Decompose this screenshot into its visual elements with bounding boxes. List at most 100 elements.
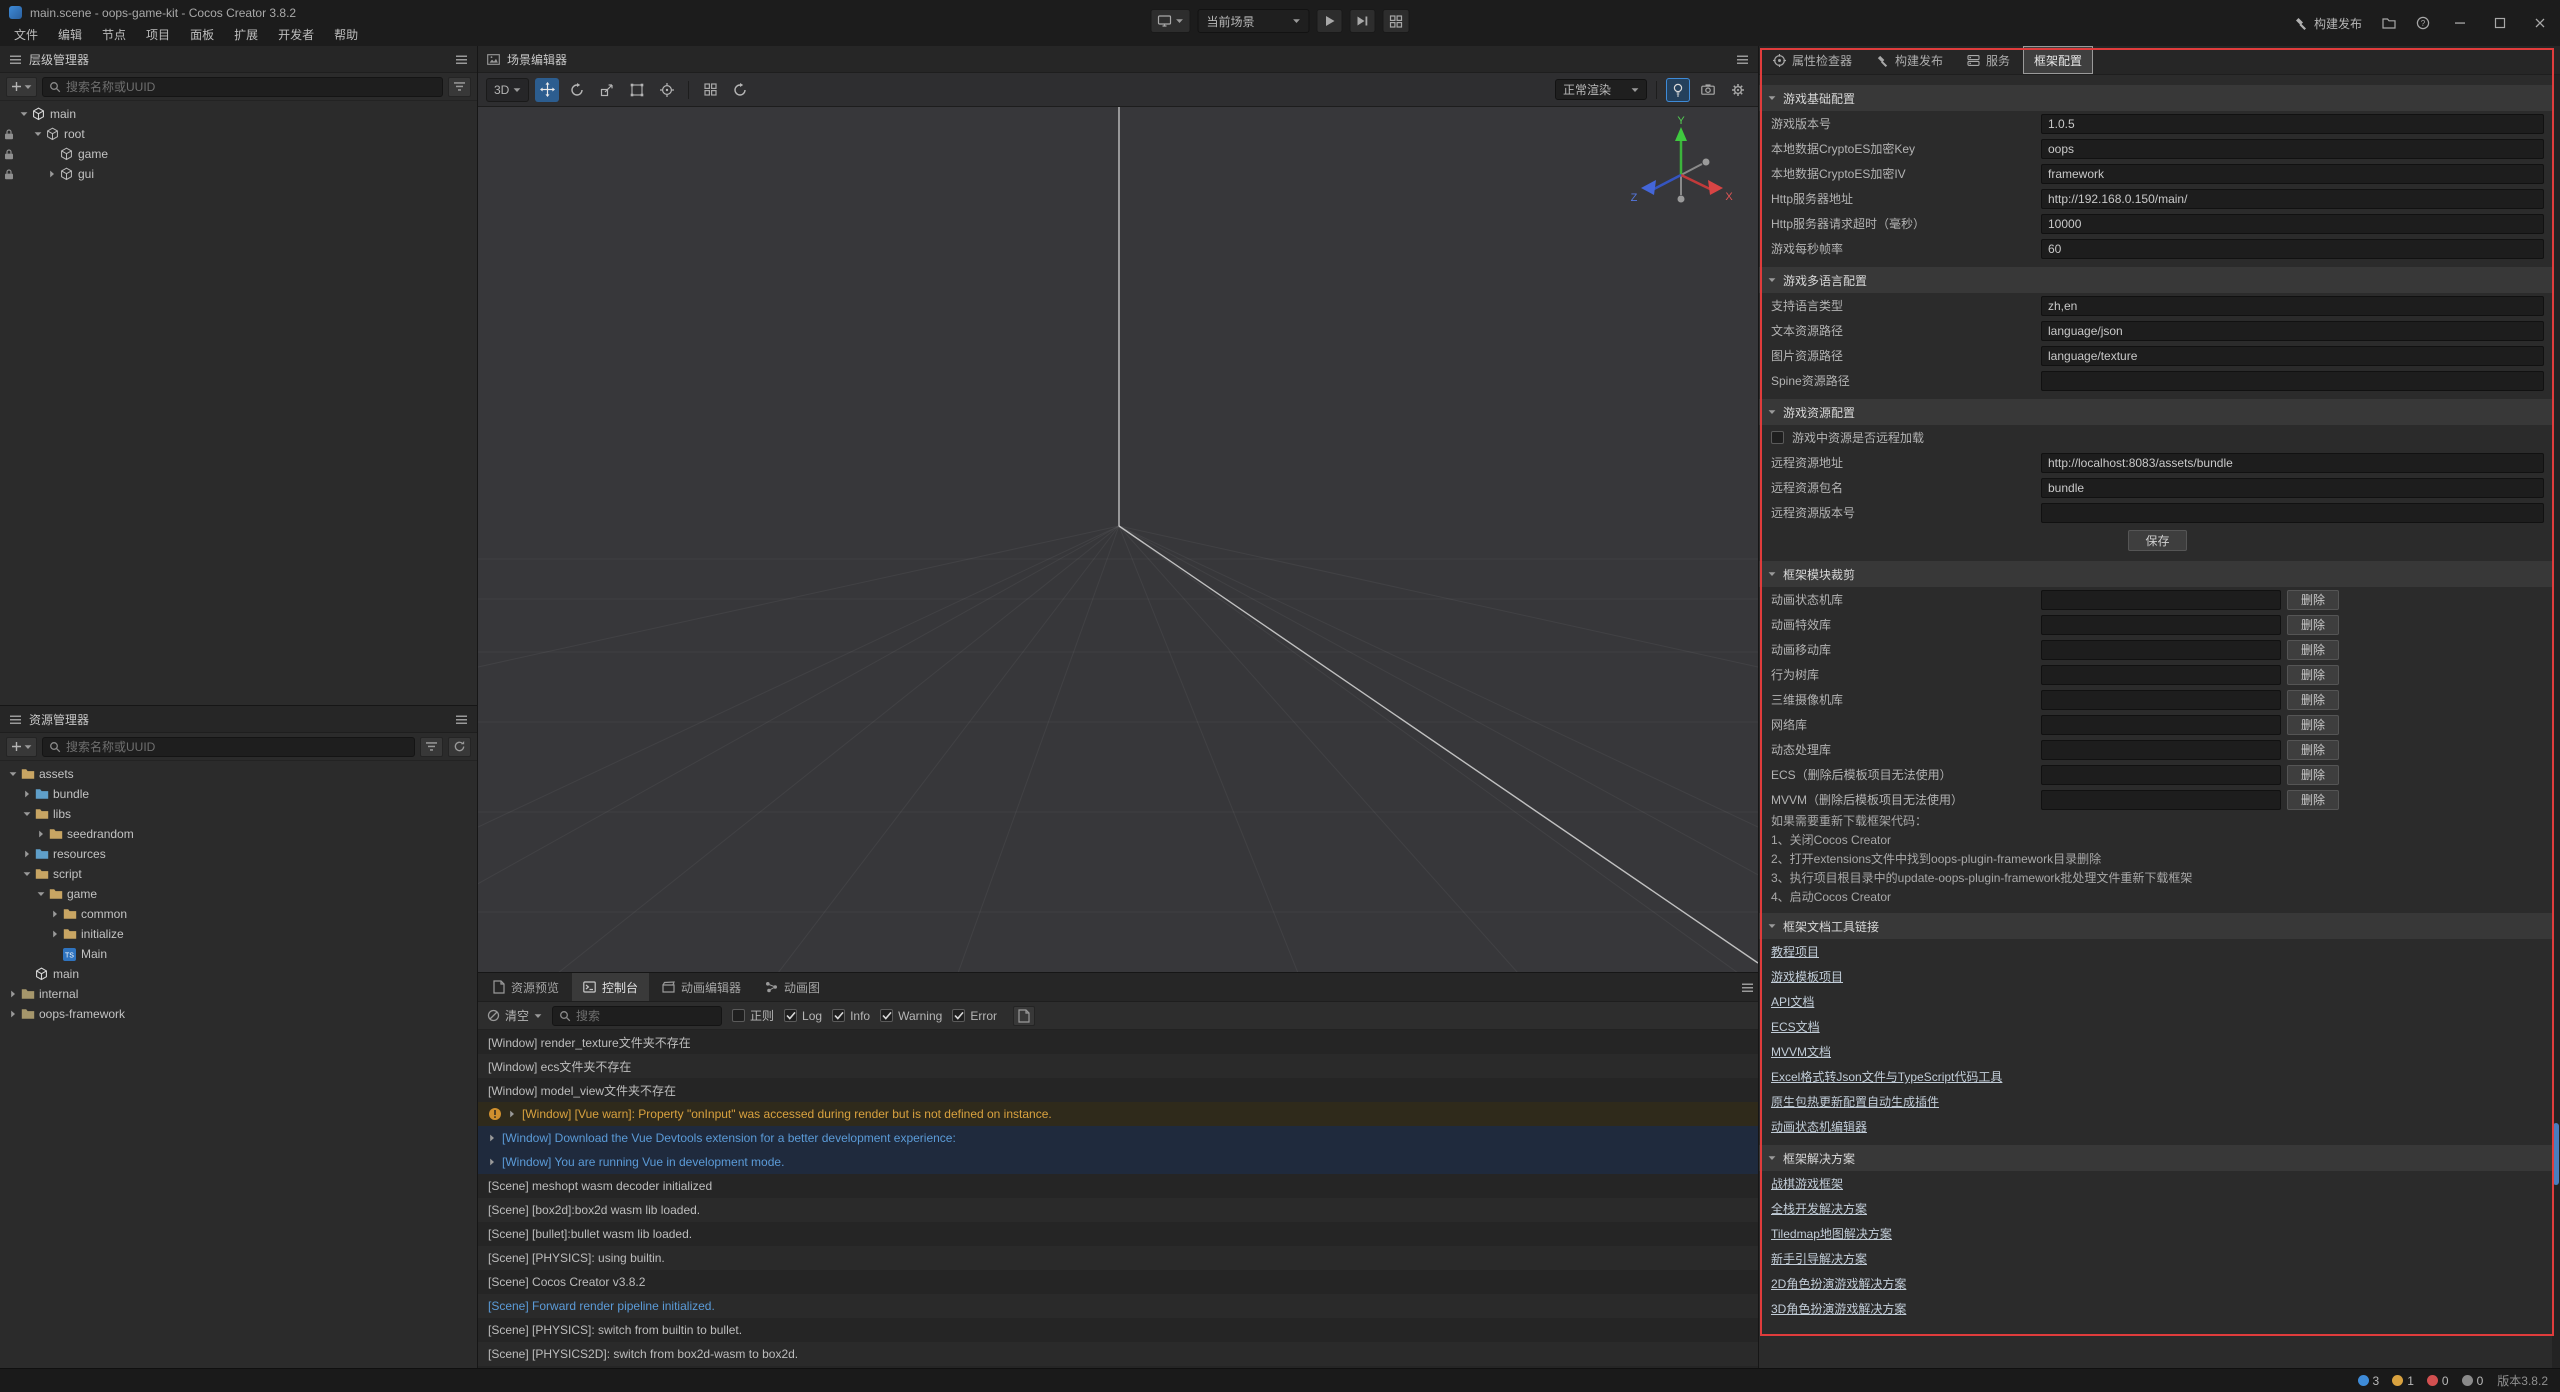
notice-count[interactable]: 0 xyxy=(2462,1374,2484,1388)
tree-node-gui[interactable]: gui xyxy=(0,164,477,184)
language-spine-path-input[interactable] xyxy=(2041,371,2544,391)
module-tween-delete-button[interactable]: 删除 xyxy=(2287,640,2339,660)
section-header-game-basic[interactable]: 游戏基础配置 xyxy=(1759,85,2552,111)
render-mode-select[interactable]: 正常渲染 xyxy=(1555,79,1647,100)
scene-viewport[interactable]: Y X Z xyxy=(478,107,1758,972)
module-effect-delete-button[interactable]: 删除 xyxy=(2287,615,2339,635)
lock-icon[interactable] xyxy=(0,129,17,140)
menu-开发者[interactable]: 开发者 xyxy=(268,24,324,46)
add-asset-button[interactable] xyxy=(6,737,37,757)
step-button[interactable] xyxy=(1350,9,1376,33)
axis-gizmo[interactable]: Y X Z xyxy=(1626,113,1736,223)
link-excel-tool[interactable]: Excel格式转Json文件与TypeScript代码工具 xyxy=(1771,1068,2002,1085)
scene-light-button[interactable] xyxy=(1666,78,1690,102)
module-ecs-delete-button[interactable]: 删除 xyxy=(2287,765,2339,785)
section-header-module-trim[interactable]: 框架模块裁剪 xyxy=(1759,561,2552,587)
language-json-path-input[interactable] xyxy=(2041,321,2544,341)
menu-节点[interactable]: 节点 xyxy=(92,24,136,46)
menu-帮助[interactable]: 帮助 xyxy=(324,24,368,46)
expand-arrow-icon[interactable] xyxy=(6,990,19,998)
collapse-arrow-icon[interactable] xyxy=(31,130,44,138)
log-row[interactable]: [Scene] [PHYSICS2D]: switch from box2d-w… xyxy=(478,1342,1758,1366)
section-header-solutions[interactable]: 框架解决方案 xyxy=(1759,1145,2552,1171)
module-behavior-tree-input[interactable] xyxy=(2041,665,2281,685)
scene-select[interactable]: 当前场景 xyxy=(1198,9,1310,33)
link-mvvm-doc[interactable]: MVVM文档 xyxy=(1771,1043,1831,1060)
expand-arrow-icon[interactable] xyxy=(45,170,58,178)
link-newbie-guide[interactable]: 新手引导解决方案 xyxy=(1771,1250,1867,1267)
hierarchy-search-input[interactable] xyxy=(66,80,436,94)
module-behavior-tree-delete-button[interactable]: 删除 xyxy=(2287,665,2339,685)
minimize-button[interactable] xyxy=(2440,0,2480,46)
axis-x-cone[interactable] xyxy=(1708,180,1723,195)
link-2d-rpg[interactable]: 2D角色扮演游戏解决方案 xyxy=(1771,1275,1906,1292)
menu-编辑[interactable]: 编辑 xyxy=(48,24,92,46)
game-version-input[interactable] xyxy=(2041,114,2544,134)
play-button[interactable] xyxy=(1317,9,1343,33)
console-export-button[interactable] xyxy=(1013,1006,1035,1026)
log-row[interactable]: [Scene] [box2d]:box2d wasm lib loaded. xyxy=(478,1198,1758,1222)
pivot-tool-button[interactable] xyxy=(655,78,679,102)
link-3d-rpg[interactable]: 3D角色扮演游戏解决方案 xyxy=(1771,1300,1906,1317)
module-mvvm-delete-button[interactable]: 删除 xyxy=(2287,790,2339,810)
tree-node-initialize[interactable]: initialize xyxy=(0,924,477,944)
remote-bundle-name-input[interactable] xyxy=(2041,478,2544,498)
remote-version-input[interactable] xyxy=(2041,503,2544,523)
remote-load-checkbox[interactable] xyxy=(1771,431,1784,444)
tree-node-oops-framework[interactable]: oops-framework xyxy=(0,1004,477,1024)
tree-node-main[interactable]: main xyxy=(0,964,477,984)
log-row[interactable]: [Scene] Cocos Creator v3.8.2 xyxy=(478,1270,1758,1294)
tree-node-root[interactable]: root xyxy=(0,124,477,144)
scale-tool-button[interactable] xyxy=(595,78,619,102)
hierarchy-search[interactable] xyxy=(42,77,443,97)
http-timeout-input[interactable] xyxy=(2041,214,2544,234)
module-queue-input[interactable] xyxy=(2041,740,2281,760)
module-animator-input[interactable] xyxy=(2041,590,2281,610)
expand-arrow-icon[interactable] xyxy=(488,1134,496,1142)
tab-属性检查器[interactable]: 属性检查器 xyxy=(1762,46,1863,74)
module-camera3d-input[interactable] xyxy=(2041,690,2281,710)
expand-arrow-icon[interactable] xyxy=(20,850,33,858)
menu-icon[interactable] xyxy=(1736,53,1749,66)
tree-node-seedrandom[interactable]: seedrandom xyxy=(0,824,477,844)
module-queue-delete-button[interactable]: 删除 xyxy=(2287,740,2339,760)
log-row[interactable]: [Window] ecs文件夹不存在 xyxy=(478,1054,1758,1078)
filter-log-checkbox[interactable]: Log xyxy=(784,1009,822,1023)
section-header-game-resource[interactable]: 游戏资源配置 xyxy=(1759,399,2552,425)
log-row[interactable]: [Window] model_view文件夹不存在 xyxy=(478,1078,1758,1102)
menu-文件[interactable]: 文件 xyxy=(4,24,48,46)
error-count[interactable]: 0 xyxy=(2427,1374,2449,1388)
link-tutorial-project[interactable]: 教程项目 xyxy=(1771,943,1819,960)
lock-icon[interactable] xyxy=(0,149,17,160)
preview-device-button[interactable] xyxy=(1151,9,1191,33)
section-header-doc-links[interactable]: 框架文档工具链接 xyxy=(1759,913,2552,939)
menu-面板[interactable]: 面板 xyxy=(180,24,224,46)
link-hot-update-plugin[interactable]: 原生包热更新配置自动生成插件 xyxy=(1771,1093,1939,1110)
log-row[interactable]: [Scene] [bullet]:bullet wasm lib loaded. xyxy=(478,1222,1758,1246)
tab-框架配置[interactable]: 框架配置 xyxy=(2023,46,2093,74)
game-fps-input[interactable] xyxy=(2041,239,2544,259)
tree-node-Main[interactable]: TSMain xyxy=(0,944,477,964)
tree-node-libs[interactable]: libs xyxy=(0,804,477,824)
close-button[interactable] xyxy=(2520,0,2560,46)
tree-node-assets[interactable]: assets xyxy=(0,764,477,784)
assets-search[interactable] xyxy=(42,737,415,757)
rotate-tool-button[interactable] xyxy=(565,78,589,102)
layout-button[interactable] xyxy=(1383,9,1410,33)
build-publish-button[interactable]: 构建发布 xyxy=(2284,0,2372,46)
log-row[interactable]: [Scene] meshopt wasm decoder initialized xyxy=(478,1174,1758,1198)
tab-资源预览[interactable]: 资源预览 xyxy=(482,973,570,1001)
axis-z-cone[interactable] xyxy=(1641,180,1656,195)
maximize-button[interactable] xyxy=(2480,0,2520,46)
menu-icon[interactable] xyxy=(455,53,468,66)
tree-node-resources[interactable]: resources xyxy=(0,844,477,864)
expand-arrow-icon[interactable] xyxy=(20,790,33,798)
warning-count[interactable]: 1 xyxy=(2392,1374,2414,1388)
log-row[interactable]: [Scene] Forward render pipeline initiali… xyxy=(478,1294,1758,1318)
console-clear-button[interactable]: 清空 xyxy=(487,1007,542,1024)
scrollbar-thumb[interactable] xyxy=(2553,1123,2559,1185)
module-animator-delete-button[interactable]: 删除 xyxy=(2287,590,2339,610)
tree-node-main[interactable]: main xyxy=(0,104,477,124)
rect-tool-button[interactable] xyxy=(625,78,649,102)
move-tool-button[interactable] xyxy=(535,78,559,102)
